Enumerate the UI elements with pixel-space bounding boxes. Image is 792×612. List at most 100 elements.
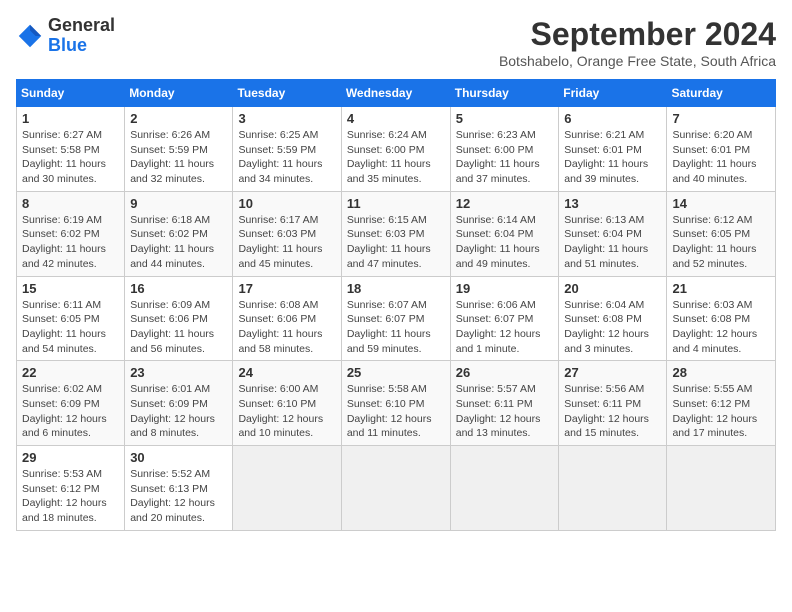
- calendar-cell: 8 Sunrise: 6:19 AMSunset: 6:02 PMDayligh…: [17, 191, 125, 276]
- calendar-cell: 14 Sunrise: 6:12 AMSunset: 6:05 PMDaylig…: [667, 191, 776, 276]
- calendar: SundayMondayTuesdayWednesdayThursdayFrid…: [16, 79, 776, 531]
- day-info: Sunrise: 6:26 AMSunset: 5:59 PMDaylight:…: [130, 129, 214, 185]
- day-number: 21: [672, 281, 770, 296]
- day-number: 19: [456, 281, 554, 296]
- day-info: Sunrise: 5:57 AMSunset: 6:11 PMDaylight:…: [456, 383, 541, 439]
- calendar-cell: 4 Sunrise: 6:24 AMSunset: 6:00 PMDayligh…: [341, 107, 450, 192]
- day-info: Sunrise: 6:03 AMSunset: 6:08 PMDaylight:…: [672, 299, 757, 355]
- day-number: 15: [22, 281, 119, 296]
- day-info: Sunrise: 6:06 AMSunset: 6:07 PMDaylight:…: [456, 299, 541, 355]
- day-info: Sunrise: 6:20 AMSunset: 6:01 PMDaylight:…: [672, 129, 756, 185]
- logo-icon: [16, 22, 44, 50]
- day-info: Sunrise: 6:18 AMSunset: 6:02 PMDaylight:…: [130, 214, 214, 270]
- day-info: Sunrise: 6:00 AMSunset: 6:10 PMDaylight:…: [238, 383, 323, 439]
- day-info: Sunrise: 6:13 AMSunset: 6:04 PMDaylight:…: [564, 214, 648, 270]
- calendar-cell: 25 Sunrise: 5:58 AMSunset: 6:10 PMDaylig…: [341, 361, 450, 446]
- calendar-cell: 1 Sunrise: 6:27 AMSunset: 5:58 PMDayligh…: [17, 107, 125, 192]
- day-number: 27: [564, 365, 661, 380]
- day-number: 24: [238, 365, 335, 380]
- day-number: 2: [130, 111, 227, 126]
- calendar-cell: 10 Sunrise: 6:17 AMSunset: 6:03 PMDaylig…: [233, 191, 341, 276]
- day-info: Sunrise: 6:19 AMSunset: 6:02 PMDaylight:…: [22, 214, 106, 270]
- logo-general: General: [48, 16, 115, 36]
- header: General Blue September 2024 Botshabelo, …: [16, 16, 776, 69]
- calendar-cell: 22 Sunrise: 6:02 AMSunset: 6:09 PMDaylig…: [17, 361, 125, 446]
- calendar-cell: 3 Sunrise: 6:25 AMSunset: 5:59 PMDayligh…: [233, 107, 341, 192]
- day-number: 23: [130, 365, 227, 380]
- calendar-cell: 29 Sunrise: 5:53 AMSunset: 6:12 PMDaylig…: [17, 446, 125, 531]
- day-number: 26: [456, 365, 554, 380]
- day-header-wednesday: Wednesday: [341, 80, 450, 107]
- day-number: 22: [22, 365, 119, 380]
- day-number: 29: [22, 450, 119, 465]
- day-info: Sunrise: 6:11 AMSunset: 6:05 PMDaylight:…: [22, 299, 106, 355]
- day-number: 13: [564, 196, 661, 211]
- day-info: Sunrise: 6:14 AMSunset: 6:04 PMDaylight:…: [456, 214, 540, 270]
- title-area: September 2024 Botshabelo, Orange Free S…: [499, 16, 776, 69]
- month-title: September 2024: [499, 16, 776, 53]
- location: Botshabelo, Orange Free State, South Afr…: [499, 53, 776, 69]
- day-number: 1: [22, 111, 119, 126]
- calendar-cell: 24 Sunrise: 6:00 AMSunset: 6:10 PMDaylig…: [233, 361, 341, 446]
- day-info: Sunrise: 6:15 AMSunset: 6:03 PMDaylight:…: [347, 214, 431, 270]
- day-number: 5: [456, 111, 554, 126]
- day-info: Sunrise: 6:01 AMSunset: 6:09 PMDaylight:…: [130, 383, 215, 439]
- day-number: 11: [347, 196, 445, 211]
- calendar-cell: 11 Sunrise: 6:15 AMSunset: 6:03 PMDaylig…: [341, 191, 450, 276]
- calendar-cell: [233, 446, 341, 531]
- day-info: Sunrise: 5:56 AMSunset: 6:11 PMDaylight:…: [564, 383, 649, 439]
- day-info: Sunrise: 6:07 AMSunset: 6:07 PMDaylight:…: [347, 299, 431, 355]
- day-number: 9: [130, 196, 227, 211]
- day-info: Sunrise: 6:02 AMSunset: 6:09 PMDaylight:…: [22, 383, 107, 439]
- day-header-thursday: Thursday: [450, 80, 559, 107]
- calendar-cell: 27 Sunrise: 5:56 AMSunset: 6:11 PMDaylig…: [559, 361, 667, 446]
- calendar-cell: [341, 446, 450, 531]
- calendar-cell: 23 Sunrise: 6:01 AMSunset: 6:09 PMDaylig…: [125, 361, 233, 446]
- day-number: 20: [564, 281, 661, 296]
- calendar-cell: 21 Sunrise: 6:03 AMSunset: 6:08 PMDaylig…: [667, 276, 776, 361]
- day-info: Sunrise: 6:12 AMSunset: 6:05 PMDaylight:…: [672, 214, 756, 270]
- calendar-cell: 7 Sunrise: 6:20 AMSunset: 6:01 PMDayligh…: [667, 107, 776, 192]
- calendar-cell: 9 Sunrise: 6:18 AMSunset: 6:02 PMDayligh…: [125, 191, 233, 276]
- day-number: 30: [130, 450, 227, 465]
- day-info: Sunrise: 6:04 AMSunset: 6:08 PMDaylight:…: [564, 299, 649, 355]
- calendar-week-1: 1 Sunrise: 6:27 AMSunset: 5:58 PMDayligh…: [17, 107, 776, 192]
- day-header-sunday: Sunday: [17, 80, 125, 107]
- logo: General Blue: [16, 16, 115, 56]
- day-info: Sunrise: 6:24 AMSunset: 6:00 PMDaylight:…: [347, 129, 431, 185]
- day-number: 3: [238, 111, 335, 126]
- day-header-saturday: Saturday: [667, 80, 776, 107]
- calendar-cell: 30 Sunrise: 5:52 AMSunset: 6:13 PMDaylig…: [125, 446, 233, 531]
- day-header-tuesday: Tuesday: [233, 80, 341, 107]
- logo-blue: Blue: [48, 36, 115, 56]
- calendar-cell: 12 Sunrise: 6:14 AMSunset: 6:04 PMDaylig…: [450, 191, 559, 276]
- day-number: 14: [672, 196, 770, 211]
- day-number: 28: [672, 365, 770, 380]
- day-info: Sunrise: 6:21 AMSunset: 6:01 PMDaylight:…: [564, 129, 648, 185]
- day-info: Sunrise: 5:55 AMSunset: 6:12 PMDaylight:…: [672, 383, 757, 439]
- day-info: Sunrise: 5:58 AMSunset: 6:10 PMDaylight:…: [347, 383, 432, 439]
- day-info: Sunrise: 6:27 AMSunset: 5:58 PMDaylight:…: [22, 129, 106, 185]
- day-info: Sunrise: 6:23 AMSunset: 6:00 PMDaylight:…: [456, 129, 540, 185]
- day-info: Sunrise: 6:09 AMSunset: 6:06 PMDaylight:…: [130, 299, 214, 355]
- day-info: Sunrise: 6:17 AMSunset: 6:03 PMDaylight:…: [238, 214, 322, 270]
- calendar-cell: 16 Sunrise: 6:09 AMSunset: 6:06 PMDaylig…: [125, 276, 233, 361]
- day-number: 10: [238, 196, 335, 211]
- day-number: 12: [456, 196, 554, 211]
- calendar-cell: 15 Sunrise: 6:11 AMSunset: 6:05 PMDaylig…: [17, 276, 125, 361]
- day-info: Sunrise: 6:08 AMSunset: 6:06 PMDaylight:…: [238, 299, 322, 355]
- day-number: 7: [672, 111, 770, 126]
- calendar-cell: 28 Sunrise: 5:55 AMSunset: 6:12 PMDaylig…: [667, 361, 776, 446]
- day-number: 16: [130, 281, 227, 296]
- day-info: Sunrise: 5:53 AMSunset: 6:12 PMDaylight:…: [22, 468, 107, 524]
- calendar-cell: [667, 446, 776, 531]
- day-header-friday: Friday: [559, 80, 667, 107]
- calendar-week-3: 15 Sunrise: 6:11 AMSunset: 6:05 PMDaylig…: [17, 276, 776, 361]
- day-header-monday: Monday: [125, 80, 233, 107]
- day-number: 8: [22, 196, 119, 211]
- calendar-week-5: 29 Sunrise: 5:53 AMSunset: 6:12 PMDaylig…: [17, 446, 776, 531]
- calendar-cell: 20 Sunrise: 6:04 AMSunset: 6:08 PMDaylig…: [559, 276, 667, 361]
- calendar-week-4: 22 Sunrise: 6:02 AMSunset: 6:09 PMDaylig…: [17, 361, 776, 446]
- day-number: 25: [347, 365, 445, 380]
- calendar-cell: [559, 446, 667, 531]
